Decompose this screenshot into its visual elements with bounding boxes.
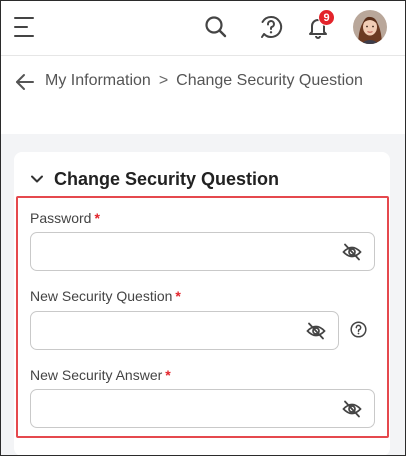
- breadcrumb-current: Change Security Question: [176, 72, 363, 89]
- required-mark: *: [165, 367, 171, 383]
- eye-off-icon[interactable]: [306, 322, 326, 340]
- security-question-label: New Security Question *: [30, 288, 181, 304]
- breadcrumb-parent-link[interactable]: My Information: [45, 72, 151, 89]
- back-arrow-icon[interactable]: [14, 71, 36, 93]
- password-label-text: Password: [30, 210, 92, 226]
- eye-off-icon[interactable]: [342, 243, 362, 261]
- top-bar: 9: [0, 0, 406, 56]
- breadcrumb: My Information > Change Security Question: [45, 72, 363, 90]
- security-answer-input[interactable]: [31, 390, 306, 427]
- required-mark: *: [94, 210, 100, 226]
- password-label: Password *: [30, 210, 100, 226]
- password-input[interactable]: [31, 233, 306, 270]
- breadcrumb-bar: My Information > Change Security Question: [0, 56, 406, 134]
- security-answer-field[interactable]: [30, 389, 375, 428]
- chevron-down-icon: [31, 175, 43, 183]
- notification-badge: 9: [318, 9, 335, 26]
- breadcrumb-separator: >: [158, 72, 169, 89]
- section-title: Change Security Question: [54, 168, 280, 189]
- question-help-icon[interactable]: [350, 321, 367, 338]
- security-question-field[interactable]: [30, 311, 339, 350]
- menu-icon[interactable]: [14, 17, 36, 39]
- search-icon[interactable]: [203, 14, 229, 40]
- avatar[interactable]: [353, 10, 387, 44]
- help-icon[interactable]: [258, 14, 284, 40]
- security-answer-label-text: New Security Answer: [30, 367, 163, 383]
- security-answer-label: New Security Answer *: [30, 367, 171, 383]
- eye-off-icon[interactable]: [342, 400, 362, 418]
- required-mark: *: [175, 288, 181, 304]
- section-toggle[interactable]: Change Security Question: [30, 167, 279, 191]
- password-field[interactable]: [30, 232, 375, 271]
- security-question-input[interactable]: [31, 312, 277, 349]
- security-question-label-text: New Security Question: [30, 288, 173, 304]
